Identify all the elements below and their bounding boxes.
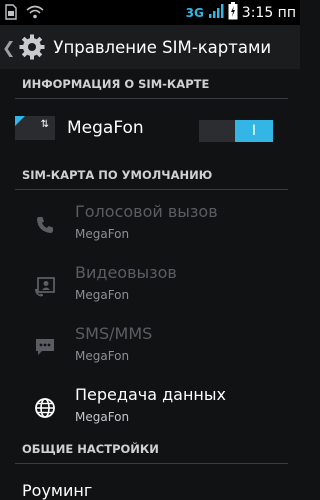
status-bar-right: 3G 3:15 пп: [186, 2, 296, 24]
status-bar-left: [4, 4, 44, 24]
action-bar[interactable]: ❮ Управление SIM-картами: [0, 25, 300, 69]
toggle-on-indicator: I: [235, 120, 273, 142]
globe-icon: [34, 397, 56, 419]
back-caret-icon[interactable]: ❮: [2, 38, 15, 57]
pref-subtitle: MegaFon: [75, 227, 130, 241]
pref-data-transfer[interactable]: Передача данных MegaFon: [0, 379, 300, 439]
status-bar: 3G 3:15 пп: [0, 0, 300, 25]
sim-card-row[interactable]: ⇅ MegaFon I: [0, 108, 300, 150]
pref-title: SMS/MMS: [75, 324, 153, 343]
sim-icon: [4, 4, 18, 24]
pref-voice-call[interactable]: Голосовой вызов MegaFon: [0, 196, 300, 256]
video-call-icon: [34, 275, 56, 297]
pref-subtitle: MegaFon: [75, 288, 130, 302]
wifi-icon: [26, 4, 44, 24]
gear-icon[interactable]: [17, 32, 47, 62]
signal-icon: [208, 3, 224, 23]
divider: [15, 98, 288, 99]
section-header-general: ОБЩИЕ НАСТРОЙКИ: [22, 442, 159, 456]
phone-icon: [34, 214, 56, 236]
clock: 3:15 пп: [241, 5, 296, 21]
pref-title: Видеовызов: [75, 263, 177, 282]
pref-subtitle: MegaFon: [75, 410, 130, 424]
network-type-label: 3G: [185, 6, 204, 20]
battery-icon: [228, 2, 238, 24]
pref-title: Голосовой вызов: [75, 202, 218, 221]
pref-sms-mms[interactable]: SMS/MMS MegaFon: [0, 318, 300, 378]
divider: [15, 189, 288, 190]
message-icon: [34, 336, 56, 358]
sim-card-name: MegaFon: [67, 118, 144, 138]
section-header-sim-info: ИНФОРМАЦИЯ О SIM-КАРТЕ: [22, 77, 210, 91]
sim-toggle-switch[interactable]: I: [199, 120, 273, 142]
pref-roaming[interactable]: Роуминг: [22, 481, 92, 500]
page-title: Управление SIM-картами: [53, 37, 272, 57]
section-header-default-sim: SIM-КАРТА ПО УМОЛЧАНИЮ: [22, 168, 213, 182]
pref-subtitle: MegaFon: [75, 349, 130, 363]
sim-card-icon: ⇅: [15, 116, 55, 140]
pref-title: Передача данных: [75, 385, 226, 404]
divider: [15, 463, 288, 464]
pref-video-call[interactable]: Видеовызов MegaFon: [0, 257, 300, 317]
